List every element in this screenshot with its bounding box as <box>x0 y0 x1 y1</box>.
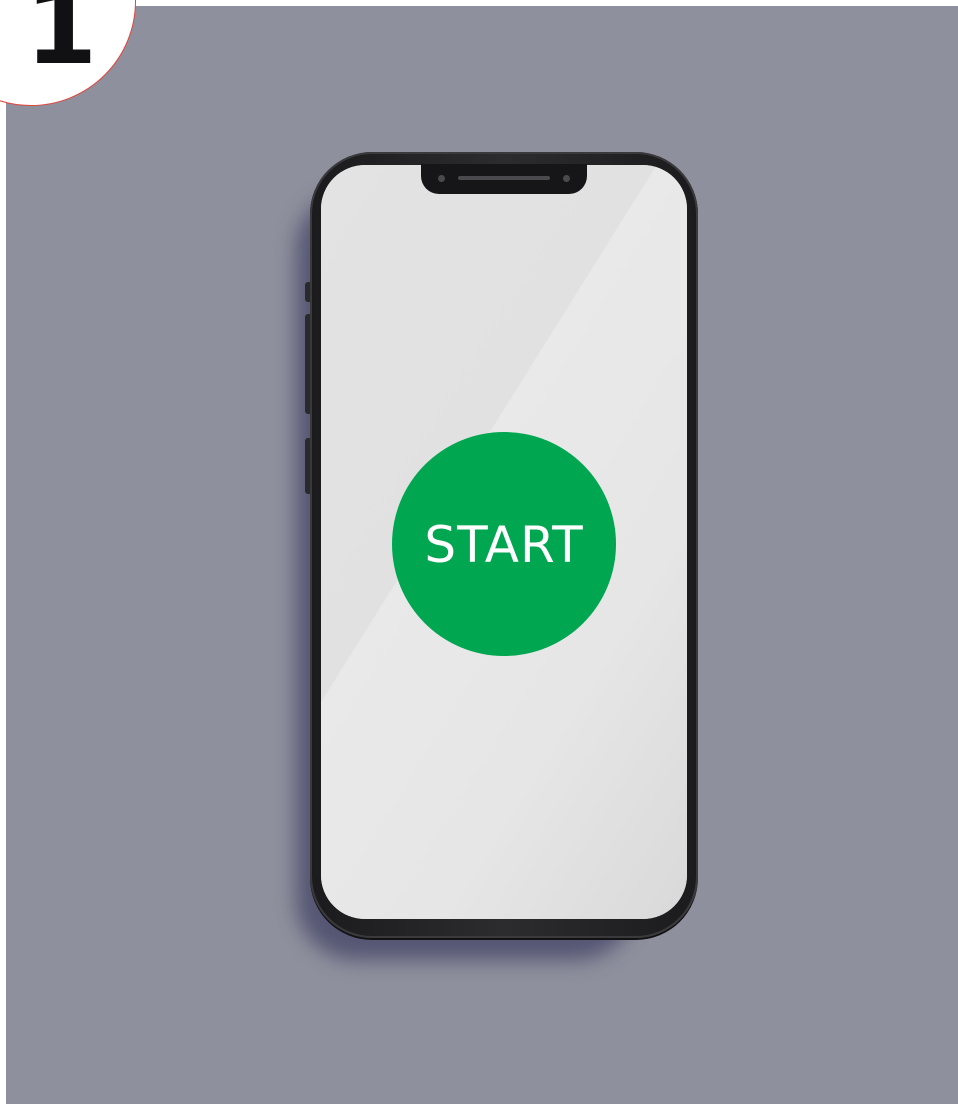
step-number: 1 <box>25 0 98 88</box>
front-camera-icon <box>563 175 570 182</box>
start-button[interactable]: START <box>392 432 616 656</box>
illustration-stage: 1 START <box>0 0 958 1104</box>
start-button-label: START <box>424 516 584 574</box>
step-badge: 1 <box>0 0 136 106</box>
front-sensor-icon <box>438 175 445 182</box>
earpiece-speaker <box>458 176 550 180</box>
